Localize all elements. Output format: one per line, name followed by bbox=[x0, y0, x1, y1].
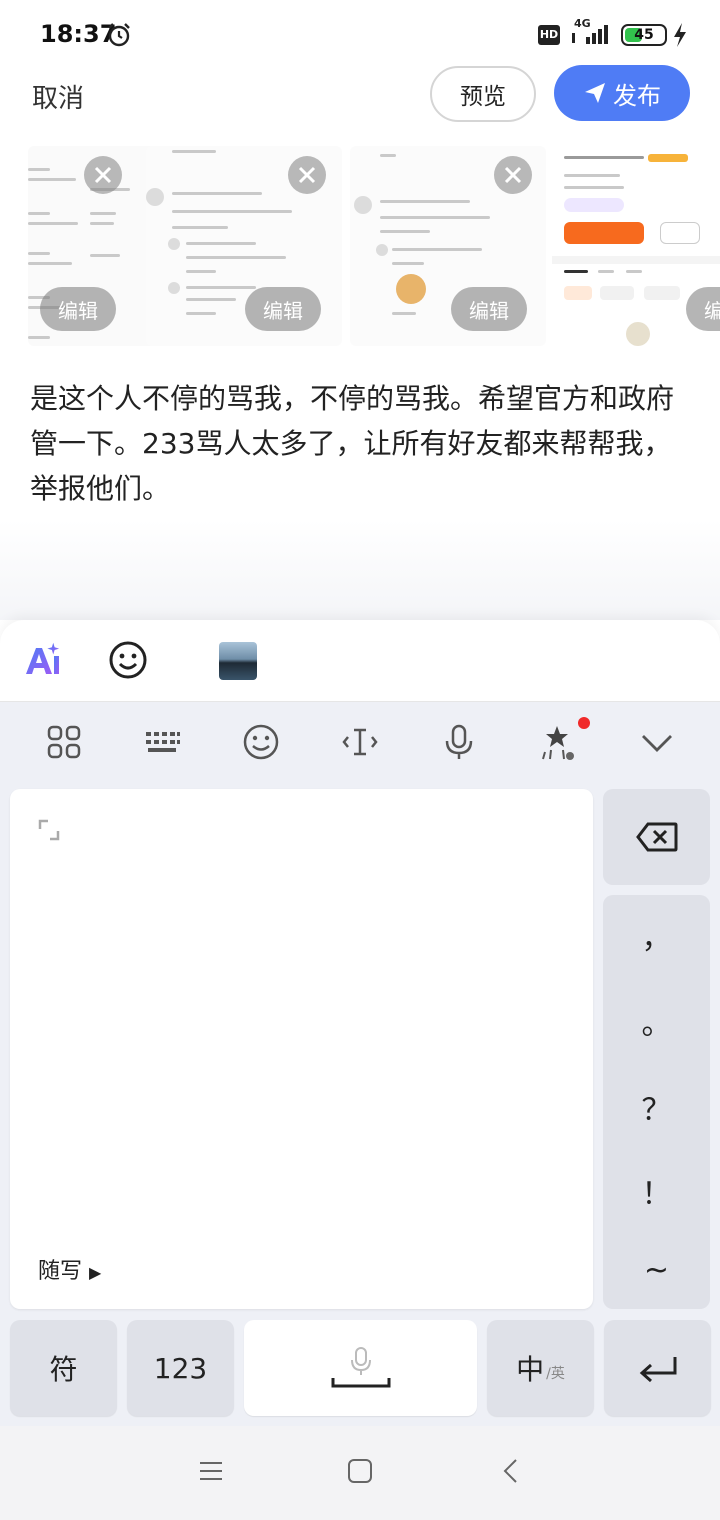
backspace-icon bbox=[635, 822, 677, 852]
post-content-input[interactable]: 是这个人不停的骂我，不停的骂我。希望官方和政府管一下。233骂人太多了，让所有好… bbox=[30, 376, 690, 511]
keyboard-toolbar bbox=[0, 702, 720, 786]
expand-icon[interactable] bbox=[38, 819, 60, 841]
emoji-icon[interactable] bbox=[108, 640, 148, 680]
space-key[interactable] bbox=[244, 1320, 477, 1416]
english-mode-label: /英 bbox=[546, 1366, 565, 1382]
mic-icon bbox=[350, 1347, 371, 1375]
status-time: 18:37 bbox=[40, 20, 117, 48]
back-icon[interactable] bbox=[498, 1458, 524, 1484]
close-icon bbox=[504, 166, 522, 184]
ime-keyboard: 随写 ▶ ， 。 ？ ！ ~ 符 123 中 /英 bbox=[0, 702, 720, 1426]
battery-icon: 45 bbox=[621, 24, 667, 46]
enter-key[interactable] bbox=[604, 1320, 711, 1416]
chevron-down-icon[interactable] bbox=[637, 722, 677, 762]
home-icon[interactable] bbox=[347, 1458, 373, 1484]
mic-icon[interactable] bbox=[439, 722, 479, 762]
ai-icon[interactable] bbox=[24, 642, 64, 680]
cursor-icon[interactable] bbox=[340, 722, 380, 762]
sparkle-icon[interactable] bbox=[537, 722, 577, 762]
emoji-icon[interactable] bbox=[241, 722, 281, 762]
numbers-key[interactable]: 123 bbox=[127, 1320, 234, 1416]
system-nav-bar bbox=[0, 1426, 720, 1520]
close-icon bbox=[94, 166, 112, 184]
publish-button[interactable]: 发布 bbox=[554, 65, 690, 121]
grid-icon[interactable] bbox=[44, 722, 84, 762]
handwriting-label: 随写 bbox=[38, 1259, 83, 1284]
keyboard-bottom-row: 符 123 中 /英 bbox=[0, 1320, 720, 1418]
notification-dot bbox=[578, 717, 590, 729]
image-icon[interactable] bbox=[219, 642, 257, 680]
punct-key-question[interactable]: ？ bbox=[603, 1085, 710, 1129]
punct-key-comma[interactable]: ， bbox=[603, 913, 710, 957]
symbol-key[interactable]: 符 bbox=[10, 1320, 117, 1416]
language-switch-key[interactable]: 中 /英 bbox=[487, 1320, 594, 1416]
status-bar: 18:37 HD 4G 45 bbox=[0, 0, 720, 70]
remove-attachment-button[interactable] bbox=[84, 156, 122, 194]
send-icon bbox=[585, 83, 605, 103]
chinese-mode-label: 中 bbox=[516, 1353, 545, 1386]
handwriting-mode-button[interactable]: 随写 ▶ bbox=[38, 1253, 101, 1285]
space-bar-icon bbox=[331, 1378, 390, 1388]
enter-icon bbox=[639, 1357, 676, 1383]
charging-icon bbox=[674, 23, 686, 47]
publish-label: 发布 bbox=[613, 81, 661, 110]
punctuation-panel: ， 。 ？ ！ ~ bbox=[603, 895, 710, 1309]
edit-attachment-button[interactable]: 编辑 bbox=[245, 287, 321, 331]
backspace-key[interactable] bbox=[603, 789, 710, 885]
close-icon bbox=[298, 166, 316, 184]
attachment-thumbnail[interactable]: 编辑 bbox=[552, 146, 720, 346]
remove-attachment-button[interactable] bbox=[494, 156, 532, 194]
menu-icon[interactable] bbox=[198, 1458, 224, 1484]
keyboard-icon[interactable] bbox=[142, 722, 182, 762]
battery-percent: 45 bbox=[634, 27, 654, 43]
signal-icon: 4G bbox=[568, 17, 614, 49]
content-fade bbox=[0, 520, 720, 620]
punct-key-exclaim[interactable]: ！ bbox=[603, 1169, 710, 1213]
alarm-icon bbox=[108, 23, 130, 47]
sticker-image bbox=[396, 274, 426, 304]
remove-attachment-button[interactable] bbox=[288, 156, 326, 194]
handwriting-pad[interactable]: 随写 ▶ bbox=[10, 789, 593, 1309]
preview-button[interactable]: 预览 bbox=[430, 66, 536, 122]
punct-key-tilde[interactable]: ~ bbox=[603, 1253, 710, 1288]
edit-attachment-button[interactable]: 编辑 bbox=[451, 287, 527, 331]
edit-attachment-button[interactable]: 编辑 bbox=[686, 287, 720, 331]
attachment-strip: 编辑 编辑 编辑 编 bbox=[28, 146, 720, 346]
hd-badge: HD bbox=[538, 25, 560, 45]
play-arrow-icon: ▶ bbox=[89, 1263, 102, 1282]
edit-attachment-button[interactable]: 编辑 bbox=[40, 287, 116, 331]
punct-key-period[interactable]: 。 bbox=[603, 999, 710, 1043]
composer-toolbar bbox=[0, 620, 720, 702]
cancel-button[interactable]: 取消 bbox=[32, 78, 84, 115]
